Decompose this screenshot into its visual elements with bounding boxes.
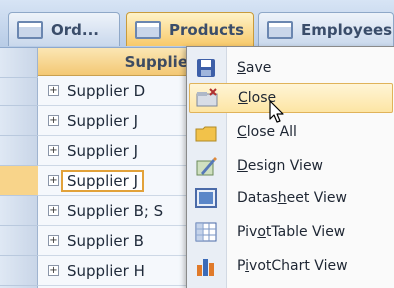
access-key: o	[257, 224, 266, 240]
menu-item-datasheet-view[interactable]: Datasheet View	[189, 183, 393, 213]
table-row-current[interactable]: + Supplier J	[38, 166, 190, 196]
datasheet-view-icon	[195, 188, 217, 208]
table-row[interactable]: + Supplier J	[38, 106, 190, 136]
menu-item-close[interactable]: Close	[189, 83, 393, 113]
table-icon	[17, 20, 43, 39]
close-all-icon	[195, 126, 217, 142]
menu-item-pivottable-view[interactable]: PivotTable View	[189, 217, 393, 247]
table-icon	[267, 20, 293, 39]
design-view-icon	[196, 157, 217, 176]
menu-item-label: PivotTable View	[237, 224, 346, 240]
expand-icon[interactable]: +	[48, 265, 59, 276]
tab-label: Employees	[301, 20, 393, 39]
save-icon	[197, 59, 215, 77]
menu-item-pivotchart-view[interactable]: PivotChart View	[189, 251, 393, 281]
supplier-cell-editing[interactable]: Supplier J	[61, 169, 144, 192]
supplier-cell[interactable]: Supplier B; S	[67, 202, 163, 220]
record-selector[interactable]	[0, 136, 38, 166]
record-selector[interactable]	[0, 106, 38, 136]
column-header-supplier[interactable]: Supplie	[38, 48, 190, 76]
access-key: i	[245, 258, 250, 274]
table-row[interactable]: + Supplier B	[38, 226, 190, 256]
access-key: S	[237, 60, 246, 76]
supplier-cell[interactable]: Supplier B	[67, 232, 144, 250]
menu-item-design-view[interactable]: Design View	[189, 151, 393, 181]
expand-icon[interactable]: +	[48, 115, 59, 126]
menu-item-label: Save	[237, 60, 272, 76]
menu-item-label: PivotChart View	[237, 258, 348, 274]
expand-icon[interactable]: +	[48, 145, 59, 156]
table-row[interactable]: + Supplier D	[38, 76, 190, 106]
menu-item-label: Close All	[237, 124, 297, 140]
supplier-cell[interactable]: Supplier J	[67, 112, 138, 130]
record-selector[interactable]	[0, 196, 38, 226]
expand-icon[interactable]: +	[48, 205, 59, 216]
access-key: C	[237, 124, 247, 140]
expand-icon[interactable]: +	[48, 85, 59, 96]
menu-item-label: Datasheet View	[237, 190, 347, 206]
expand-icon[interactable]: +	[48, 235, 59, 246]
record-selector[interactable]	[0, 76, 38, 106]
supplier-cell[interactable]: Supplier H	[67, 262, 145, 280]
expand-icon[interactable]: +	[48, 175, 59, 186]
menu-item-label: Design View	[237, 158, 324, 174]
tab-context-menu: Save Close Close All Design View Datashe…	[186, 46, 394, 288]
supplier-cell[interactable]: Supplier D	[67, 82, 145, 100]
pivotchart-view-icon	[197, 259, 214, 276]
tab-label: Ord...	[51, 20, 99, 39]
access-key: h	[277, 190, 287, 206]
record-selector[interactable]	[0, 226, 38, 256]
tab-label: Products	[169, 20, 245, 39]
menu-item-save[interactable]: Save	[189, 53, 393, 83]
supplier-cell[interactable]: Supplier J	[67, 142, 138, 160]
record-selector-column	[0, 48, 38, 288]
mouse-pointer-icon	[269, 100, 284, 123]
access-key: D	[237, 158, 248, 174]
document-tab-bar: Ord... Products Employees	[0, 0, 394, 48]
menu-item-close-all[interactable]: Close All	[189, 117, 393, 147]
pivottable-view-icon	[195, 222, 217, 242]
record-selector[interactable]	[0, 256, 38, 286]
record-selector-current[interactable]	[0, 166, 38, 196]
access-key: C	[238, 90, 248, 106]
table-row[interactable]: + Supplier J	[38, 136, 190, 166]
tab-products[interactable]: Products	[126, 12, 254, 46]
select-all-box[interactable]	[0, 48, 38, 78]
table-icon	[135, 20, 161, 39]
table-row[interactable]: + Supplier H	[38, 256, 190, 286]
table-row[interactable]: + Supplier B; S	[38, 196, 190, 226]
tab-orders[interactable]: Ord...	[8, 12, 120, 46]
datasheet-grid: Supplie + Supplier D + Supplier J + Supp…	[0, 48, 190, 288]
tab-employees[interactable]: Employees	[258, 12, 394, 46]
close-tab-icon	[196, 88, 218, 107]
